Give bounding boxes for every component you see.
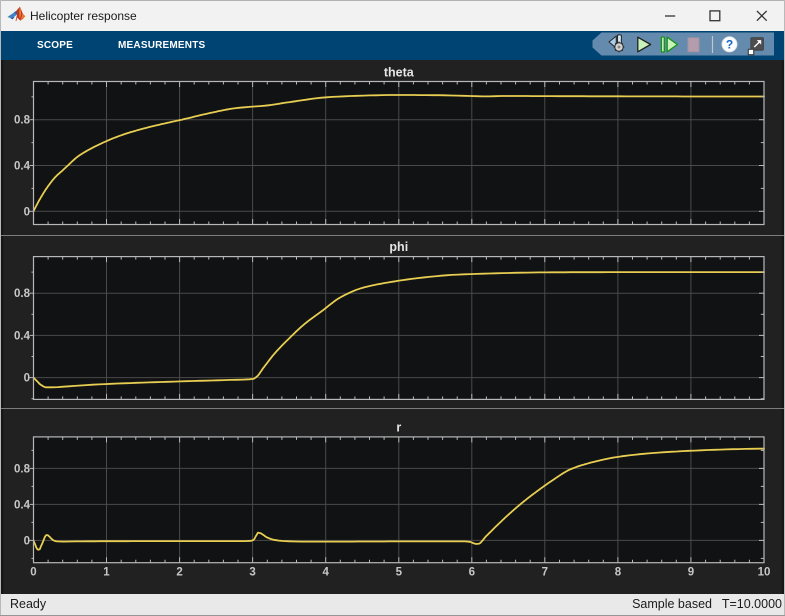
svg-text:0: 0 bbox=[24, 535, 30, 547]
svg-text:0.4: 0.4 bbox=[14, 161, 31, 173]
svg-text:0.8: 0.8 bbox=[14, 288, 31, 300]
svg-text:0: 0 bbox=[30, 567, 36, 579]
svg-text:2: 2 bbox=[176, 567, 182, 579]
svg-text:0.4: 0.4 bbox=[14, 330, 31, 342]
svg-text:4: 4 bbox=[322, 567, 329, 579]
svg-text:r: r bbox=[396, 421, 401, 435]
svg-text:0.8: 0.8 bbox=[14, 463, 31, 475]
svg-text:3: 3 bbox=[249, 567, 255, 579]
svg-text:5: 5 bbox=[396, 567, 403, 579]
svg-text:phi: phi bbox=[389, 240, 408, 254]
svg-text:0.4: 0.4 bbox=[14, 499, 31, 511]
svg-text:7: 7 bbox=[542, 567, 548, 579]
svg-text:0: 0 bbox=[24, 206, 30, 218]
svg-text:10: 10 bbox=[758, 567, 771, 579]
svg-text:8: 8 bbox=[615, 567, 622, 579]
svg-text:0.8: 0.8 bbox=[14, 115, 31, 127]
svg-text:theta: theta bbox=[384, 66, 415, 80]
svg-text:6: 6 bbox=[469, 567, 475, 579]
svg-text:1: 1 bbox=[103, 567, 110, 579]
svg-text:0: 0 bbox=[24, 373, 30, 385]
svg-text:9: 9 bbox=[688, 567, 694, 579]
svg-text:?: ? bbox=[726, 38, 733, 52]
